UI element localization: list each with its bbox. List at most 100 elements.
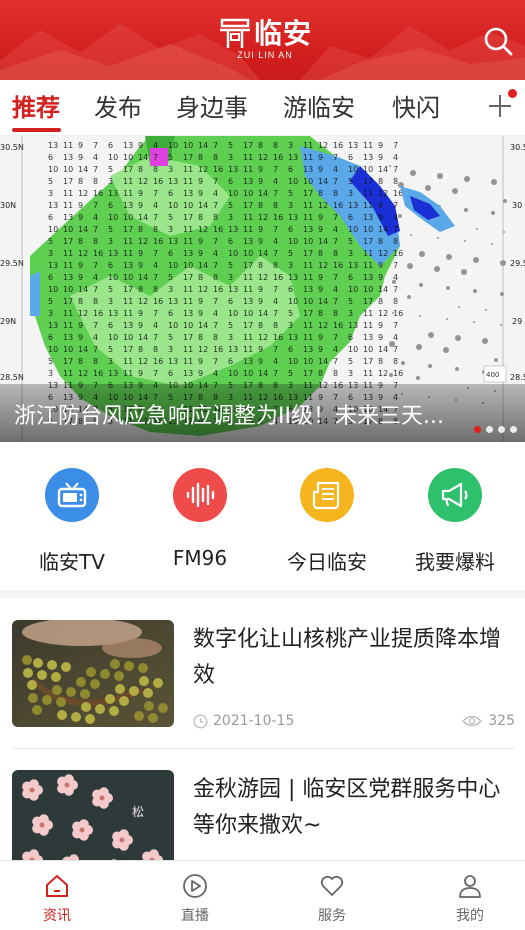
svg-text:10: 10	[243, 249, 253, 258]
svg-text:6: 6	[108, 321, 113, 330]
svg-text:6: 6	[48, 153, 53, 162]
svg-text:9: 9	[318, 153, 323, 162]
svg-text:3: 3	[48, 309, 53, 318]
carousel-dot[interactable]	[510, 426, 517, 433]
svg-text:3: 3	[48, 369, 53, 378]
quick-entry-tv[interactable]: 临安TV	[17, 468, 127, 575]
svg-text:17: 17	[183, 153, 193, 162]
svg-text:7: 7	[333, 333, 338, 342]
nav-label: 资讯	[43, 908, 71, 924]
svg-text:10: 10	[243, 189, 253, 198]
svg-text:10: 10	[303, 297, 313, 306]
svg-text:11: 11	[303, 213, 313, 222]
svg-text:松: 松	[132, 805, 144, 819]
svg-text:17: 17	[363, 357, 373, 366]
svg-text:14: 14	[78, 165, 88, 174]
svg-text:6: 6	[168, 189, 173, 198]
svg-text:16: 16	[93, 309, 103, 318]
quick-entry-report[interactable]: 我要爆料	[400, 468, 510, 575]
svg-text:13: 13	[303, 165, 313, 174]
svg-text:8: 8	[198, 153, 203, 162]
svg-text:5: 5	[348, 297, 353, 306]
nav-label: 我的	[456, 908, 484, 924]
svg-text:6: 6	[48, 333, 53, 342]
carousel-dot[interactable]	[474, 426, 481, 433]
news-title[interactable]: 金秋游园 | 临安区党群服务中心等你来撒欢~	[193, 772, 513, 844]
svg-text:5: 5	[48, 297, 53, 306]
svg-text:7: 7	[393, 225, 398, 234]
tv-icon	[45, 468, 99, 522]
svg-text:3: 3	[168, 345, 173, 354]
svg-text:13: 13	[363, 333, 373, 342]
svg-text:10: 10	[168, 141, 178, 150]
quick-entry-label: 今日临安	[287, 550, 367, 574]
svg-text:8: 8	[198, 213, 203, 222]
svg-text:13: 13	[363, 273, 373, 282]
svg-text:8: 8	[393, 237, 398, 246]
tab-flash[interactable]: 快闪	[392, 92, 440, 132]
tab-travel[interactable]: 游临安	[283, 92, 355, 132]
lat-label-left: 29.5N	[0, 259, 24, 268]
home-icon	[46, 875, 68, 897]
svg-text:14: 14	[378, 345, 388, 354]
svg-text:8: 8	[333, 249, 338, 258]
svg-text:7: 7	[393, 165, 398, 174]
svg-text:11: 11	[123, 177, 133, 186]
svg-text:13: 13	[183, 369, 193, 378]
nav-news[interactable]: 资讯	[17, 873, 97, 925]
tab-nearby[interactable]: 身边事	[176, 92, 248, 132]
svg-text:6: 6	[288, 345, 293, 354]
svg-text:10: 10	[108, 213, 118, 222]
svg-text:10: 10	[48, 345, 58, 354]
quick-entry-today[interactable]: 今日临安	[272, 468, 382, 575]
svg-text:4: 4	[273, 357, 278, 366]
clock-icon	[193, 714, 208, 728]
svg-text:9: 9	[318, 165, 323, 174]
svg-text:10: 10	[108, 153, 118, 162]
nav-service[interactable]: 服务	[292, 873, 372, 925]
carousel-dot[interactable]	[498, 426, 505, 433]
svg-text:16: 16	[273, 333, 283, 342]
quick-entry-fm[interactable]: FM96	[145, 468, 255, 570]
svg-text:10: 10	[288, 237, 298, 246]
svg-text:12: 12	[318, 201, 328, 210]
tab-publish[interactable]: 发布	[94, 92, 142, 132]
svg-text:6: 6	[348, 333, 353, 342]
svg-text:13: 13	[243, 237, 253, 246]
svg-text:10: 10	[183, 261, 193, 270]
svg-text:5: 5	[48, 357, 53, 366]
tab-recommend[interactable]: 推荐	[12, 92, 60, 132]
svg-text:9: 9	[318, 285, 323, 294]
svg-text:14: 14	[78, 285, 88, 294]
svg-text:8: 8	[378, 357, 383, 366]
svg-text:8: 8	[333, 309, 338, 318]
svg-text:14: 14	[318, 177, 328, 186]
svg-text:9: 9	[258, 225, 263, 234]
svg-text:7: 7	[273, 369, 278, 378]
quick-entries: 临安TV FM96 今日临安 我要爆料	[0, 442, 525, 590]
banner-caption[interactable]: 浙江防台风应急响应调整为II级！未来三天...	[14, 398, 494, 430]
banner-carousel[interactable]: 13 11 9 7 6 13 9 4 10 10 14 7 5 17 8 8 3 11 12 16 13 11 9 7 6 13 9…	[0, 136, 525, 442]
svg-text:10: 10	[168, 201, 178, 210]
svg-text:13: 13	[63, 333, 73, 342]
nav-mine[interactable]: 我的	[430, 873, 510, 925]
svg-text:7: 7	[393, 285, 398, 294]
svg-text:10: 10	[183, 201, 193, 210]
svg-text:8: 8	[213, 333, 218, 342]
svg-text:10: 10	[363, 165, 373, 174]
svg-text:9: 9	[258, 237, 263, 246]
search-icon[interactable]	[481, 24, 515, 58]
svg-text:11: 11	[63, 249, 73, 258]
news-item[interactable]: 松 金秋游园 | 临安区党群服务中心等你来撒欢~	[12, 770, 515, 860]
svg-text:10: 10	[363, 285, 373, 294]
svg-text:17: 17	[183, 273, 193, 282]
svg-text:17: 17	[363, 237, 373, 246]
svg-text:6: 6	[228, 237, 233, 246]
svg-text:11: 11	[303, 153, 313, 162]
carousel-dot[interactable]	[486, 426, 493, 433]
news-title[interactable]: 数字化让山核桃产业提质降本增效	[193, 622, 513, 694]
svg-text:5: 5	[288, 369, 293, 378]
svg-text:7: 7	[93, 345, 98, 354]
svg-text:4: 4	[333, 285, 338, 294]
nav-live[interactable]: 直播	[155, 873, 235, 925]
